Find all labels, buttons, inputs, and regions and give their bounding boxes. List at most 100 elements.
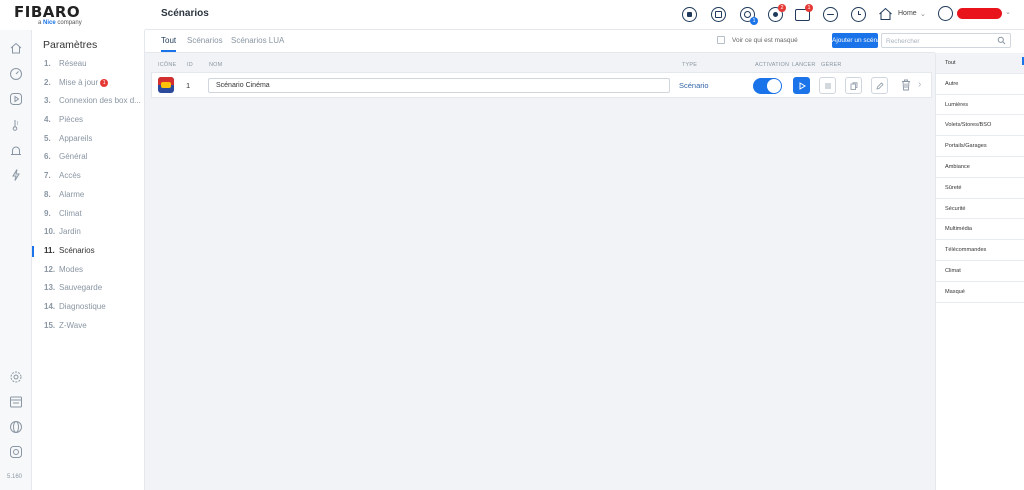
user-name-redacted[interactable] — [957, 8, 1002, 19]
trash-icon[interactable] — [901, 79, 911, 91]
user-group-icon[interactable]: 1 — [740, 7, 758, 25]
sidebar-item-diagnostique[interactable]: 14. Diagnostique — [32, 298, 144, 317]
dashboard-icon[interactable] — [9, 67, 23, 81]
sidebar-item-appareils[interactable]: 5. Appareils — [32, 130, 144, 149]
house-shield-icon[interactable] — [711, 7, 726, 22]
sidebar-item-modes[interactable]: 12. Modes — [32, 261, 144, 280]
sidebar-item-reseau[interactable]: 1. Réseau — [32, 55, 144, 74]
tab-scenarios-lua[interactable]: Scénarios LUA — [231, 36, 284, 45]
sidebar-item-general[interactable]: 6. Général — [32, 148, 144, 167]
version-label: 5.160 — [7, 474, 23, 480]
duplicate-button[interactable] — [845, 77, 862, 94]
filter-securite[interactable]: Sécurité — [936, 199, 1024, 220]
sidebar-item-acces[interactable]: 7. Accès — [32, 167, 144, 186]
thermometer-icon[interactable] — [9, 118, 23, 132]
settings-gear-icon[interactable] — [9, 370, 23, 384]
minus-circle-icon[interactable] — [823, 7, 838, 22]
alarm-icon[interactable] — [9, 144, 23, 158]
column-header-manage: GÉRER — [821, 62, 842, 68]
play-icon — [799, 82, 806, 90]
drop-icon[interactable]: 2 — [768, 4, 786, 22]
tabs-bar: Tout Scénarios Scénarios LUA Voir ce qui… — [145, 30, 1011, 53]
home-outline-icon — [879, 7, 892, 20]
scene-settings-icon — [825, 83, 831, 89]
table-header: ICÔNE ID NOM TYPE ACTIVATION LANCER GÉRE… — [145, 53, 935, 72]
fibaro-logo[interactable]: FIBARO a Nice company — [0, 0, 145, 30]
filter-portails[interactable]: Portails/Garages — [936, 136, 1024, 157]
activation-toggle[interactable] — [753, 78, 782, 94]
top-header: Scénarios 1 2 1 Home ⌄ ⌄ — [145, 0, 1024, 30]
category-filter-panel: Tout Autre Lumières Volets/Stores/BSO Po… — [935, 53, 1024, 490]
show-hidden-label: Voir ce qui est masqué — [732, 37, 798, 44]
filter-multimedia[interactable]: Multimédia — [936, 219, 1024, 241]
user-group-badge: 1 — [750, 17, 758, 25]
filter-lumieres[interactable]: Lumières — [936, 95, 1024, 116]
filter-ambiance[interactable]: Ambiance — [936, 157, 1024, 178]
chevron-down-icon: ⌄ — [920, 11, 926, 18]
column-header-icon: ICÔNE — [158, 62, 177, 68]
filter-volets[interactable]: Volets/Stores/BSO — [936, 115, 1024, 137]
logo-text: FIBARO — [14, 3, 81, 21]
settings-sidebar: Paramètres 1. Réseau 2. Mise à jour 1 3. Con… — [32, 30, 145, 490]
sidebar-item-climat[interactable]: 9. Climat — [32, 205, 144, 224]
column-header-name[interactable]: NOM — [209, 62, 222, 68]
filter-surete[interactable]: Sûreté — [936, 178, 1024, 199]
sidebar-item-jardin[interactable]: 10. Jardin — [32, 223, 144, 242]
cinema-scene-icon — [158, 77, 174, 93]
filter-tout[interactable]: Tout — [936, 53, 1024, 74]
sidebar-item-pieces[interactable]: 4. Pièces — [32, 111, 144, 130]
scenario-name-value: Scénario Cinéma — [216, 82, 270, 89]
sidebar-title: Paramètres — [43, 39, 98, 51]
sidebar-item-sauvegarde[interactable]: 13. Sauvegarde — [32, 279, 144, 298]
add-scenario-button[interactable]: Ajouter un scénario — [832, 33, 878, 48]
scenario-id: 1 — [186, 81, 191, 90]
search-icon[interactable] — [997, 36, 1006, 45]
settings-menu: 1. Réseau 2. Mise à jour 1 3. Connexion des … — [32, 55, 144, 335]
tab-tout[interactable]: Tout — [161, 36, 177, 52]
icon-rail: 5.160 — [0, 30, 32, 490]
sidebar-item-alarme[interactable]: 8. Alarme — [32, 186, 144, 205]
pencil-icon — [876, 82, 884, 90]
home-label: Home — [898, 10, 917, 17]
chevron-down-icon[interactable]: ⌄ — [1005, 8, 1011, 16]
help-lifebuoy-icon[interactable] — [9, 445, 23, 459]
manage-scene-button[interactable] — [819, 77, 836, 94]
sun-icon[interactable] — [682, 7, 697, 22]
mail-badge: 1 — [805, 4, 813, 12]
scenario-list: ICÔNE ID NOM TYPE ACTIVATION LANCER GÉRE… — [145, 53, 935, 490]
user-avatar-icon[interactable] — [938, 6, 953, 21]
sidebar-item-mise-a-jour[interactable]: 2. Mise à jour 1 — [32, 74, 144, 93]
scenario-type: Scénario — [679, 81, 709, 90]
column-header-type[interactable]: TYPE — [682, 62, 697, 68]
panel-icon[interactable] — [9, 395, 23, 409]
sidebar-item-connexion[interactable]: 3. Connexion des box d... — [32, 92, 144, 111]
column-header-id[interactable]: ID — [187, 62, 193, 68]
search-box — [881, 33, 1011, 48]
search-input[interactable] — [886, 36, 986, 46]
edit-button[interactable] — [871, 77, 888, 94]
tab-scenarios[interactable]: Scénarios — [187, 36, 223, 45]
filter-autre[interactable]: Autre — [936, 74, 1024, 95]
drop-badge: 2 — [778, 4, 786, 12]
home-icon[interactable] — [9, 41, 23, 55]
play-circle-icon[interactable] — [9, 92, 23, 106]
sidebar-item-z-wave[interactable]: 15. Z-Wave — [32, 317, 144, 336]
column-header-run: LANCER — [792, 62, 816, 68]
logo-subtitle: a Nice company — [38, 20, 82, 26]
run-scenario-button[interactable] — [793, 77, 810, 94]
table-row[interactable]: 1 Scénario Cinéma Scénario › — [151, 72, 932, 98]
sidebar-item-scenarios[interactable]: 11. Scénarios — [32, 242, 144, 261]
filter-telecommandes[interactable]: Télécommandes — [936, 240, 1024, 261]
column-header-activation: ACTIVATION — [755, 62, 790, 68]
page-title: Scénarios — [161, 8, 209, 19]
filter-masque[interactable]: Masqué — [936, 282, 1024, 303]
show-hidden-checkbox[interactable] — [717, 36, 725, 44]
update-badge: 1 — [100, 78, 109, 87]
chevron-right-icon[interactable]: › — [918, 79, 921, 90]
energy-icon[interactable] — [9, 168, 23, 182]
clock-icon[interactable] — [851, 7, 866, 22]
filter-climat[interactable]: Climat — [936, 261, 1024, 282]
scenario-name-field[interactable]: Scénario Cinéma — [208, 78, 670, 93]
globe-icon[interactable] — [9, 420, 23, 434]
mail-icon[interactable]: 1 — [795, 4, 813, 21]
